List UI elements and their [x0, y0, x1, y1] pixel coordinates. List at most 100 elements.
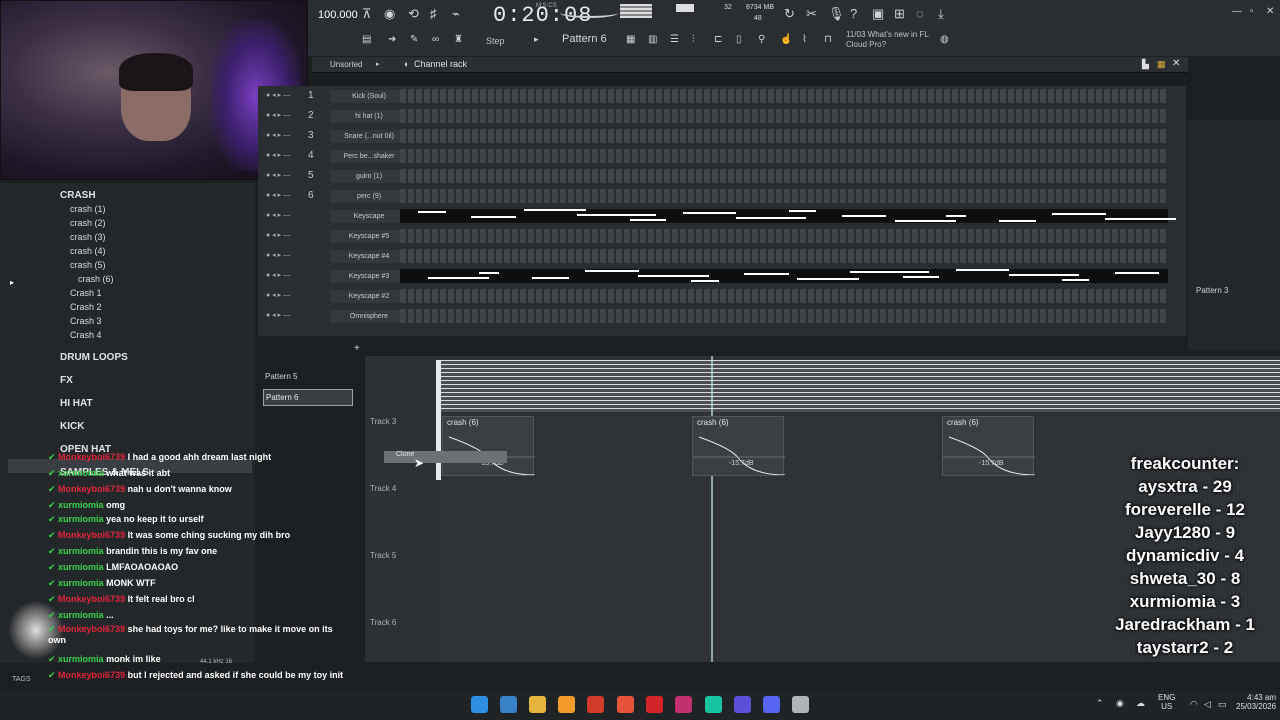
- collapse-icon[interactable]: ◖: [403, 59, 408, 69]
- browser-folder[interactable]: FX: [60, 375, 73, 386]
- plugin-icon[interactable]: ⊞: [894, 6, 905, 22]
- microphone-icon[interactable]: 🎙: [828, 6, 845, 22]
- channel-name-button[interactable]: Keyscape #4: [330, 250, 408, 263]
- music-app-icon[interactable]: [675, 696, 692, 713]
- channel-row[interactable]: ● ◂ ▸ ― 6 perc (9): [258, 187, 1186, 205]
- refresh-icon[interactable]: ↻: [784, 6, 795, 22]
- browser-file[interactable]: Crash 4: [70, 330, 102, 340]
- browser-file[interactable]: Crash 3: [70, 316, 102, 326]
- channel-step-sequencer[interactable]: [400, 109, 1168, 123]
- browser-file[interactable]: crash (4): [70, 246, 106, 256]
- browser-folder[interactable]: CRASH: [60, 190, 96, 201]
- windows-start-icon[interactable]: [471, 696, 488, 713]
- grid-icon[interactable]: ▦: [1157, 59, 1166, 70]
- browser-file[interactable]: Crash 2: [70, 302, 102, 312]
- playhead[interactable]: [711, 356, 713, 662]
- plug-icon[interactable]: ⚲: [758, 34, 765, 45]
- channel-step-sequencer[interactable]: [400, 129, 1168, 143]
- channel-controls-icon[interactable]: ● ◂ ▸ ―: [266, 211, 290, 219]
- channel-row[interactable]: ● ◂ ▸ ― Keyscape: [258, 207, 1186, 225]
- channel-name-button[interactable]: perc (9): [330, 190, 408, 203]
- wifi-icon[interactable]: ◠: [1190, 699, 1198, 710]
- channel-step-sequencer[interactable]: [400, 169, 1168, 183]
- channel-controls-icon[interactable]: ● ◂ ▸ ―: [266, 271, 290, 279]
- preview-icon[interactable]: ▸: [10, 278, 14, 287]
- channel-name-button[interactable]: guiro (1): [330, 170, 408, 183]
- cart-icon[interactable]: ⊓: [824, 34, 832, 45]
- audio-clip[interactable]: crash (6) -15.7dB: [942, 416, 1035, 476]
- track-3-label[interactable]: Track 3: [370, 417, 396, 426]
- link-icon[interactable]: ∞: [432, 34, 439, 45]
- app-icon[interactable]: [792, 696, 809, 713]
- play-pattern-icon[interactable]: ▸: [534, 34, 539, 45]
- channel-row[interactable]: ● ◂ ▸ ― 1 Kick (Soul): [258, 87, 1186, 105]
- channel-controls-icon[interactable]: ● ◂ ▸ ―: [266, 231, 290, 239]
- browser-file[interactable]: crash (1): [70, 204, 106, 214]
- pattern-selector[interactable]: Pattern 6: [562, 33, 607, 45]
- graph-icon[interactable]: ▙: [1142, 59, 1149, 70]
- channel-step-sequencer[interactable]: [400, 229, 1168, 243]
- record-icon[interactable]: ◉: [384, 6, 395, 22]
- obs-icon[interactable]: [734, 696, 751, 713]
- add-pattern-icon[interactable]: +: [354, 343, 360, 354]
- track-5-label[interactable]: Track 5: [370, 551, 396, 560]
- channel-row[interactable]: ● ◂ ▸ ― Keyscape #4: [258, 247, 1186, 265]
- channel-row[interactable]: ● ◂ ▸ ― Keyscape #2: [258, 287, 1186, 305]
- metronome-icon[interactable]: ⊼: [362, 6, 372, 22]
- arrow-icon[interactable]: ➜: [388, 34, 396, 45]
- channel-row[interactable]: ● ◂ ▸ ― 2 hi hat (1): [258, 107, 1186, 125]
- pattern-5-item[interactable]: Pattern 5: [263, 370, 353, 384]
- minimize-icon[interactable]: —: [1232, 6, 1242, 17]
- channel-controls-icon[interactable]: ● ◂ ▸ ―: [266, 251, 290, 259]
- app-icon[interactable]: [587, 696, 604, 713]
- channel-name-button[interactable]: Perc be...shaker: [330, 150, 408, 163]
- track-4-label[interactable]: Track 4: [370, 484, 396, 493]
- close-icon[interactable]: ✕: [1266, 6, 1274, 17]
- tray-app-icon[interactable]: ◉: [1116, 698, 1124, 709]
- channel-row[interactable]: ● ◂ ▸ ― 4 Perc be...shaker: [258, 147, 1186, 165]
- channel-name-button[interactable]: Keyscape #5: [330, 230, 408, 243]
- project-icon[interactable]: ▯: [736, 34, 742, 45]
- channel-piano-roll-preview[interactable]: [400, 269, 1168, 283]
- tags-label[interactable]: TAGS: [12, 676, 31, 683]
- channel-controls-icon[interactable]: ● ◂ ▸ ―: [266, 291, 290, 299]
- channel-row[interactable]: ● ◂ ▸ ― Omnisphere: [258, 307, 1186, 325]
- discord-icon[interactable]: [763, 696, 780, 713]
- maximize-icon[interactable]: ▫: [1250, 6, 1254, 17]
- channel-step-sequencer[interactable]: [400, 189, 1168, 203]
- download-icon[interactable]: ⤓: [938, 6, 944, 22]
- channel-controls-icon[interactable]: ● ◂ ▸ ―: [266, 91, 290, 99]
- volume-icon[interactable]: ◁: [1204, 699, 1211, 710]
- audio-clip[interactable]: crash (6) -15.7dB: [692, 416, 785, 476]
- language-indicator[interactable]: ENG US: [1158, 693, 1175, 711]
- piano-roll-icon[interactable]: ▦: [626, 34, 635, 45]
- channel-name-button[interactable]: Omnisphere: [330, 310, 408, 323]
- search-icon[interactable]: [500, 696, 517, 713]
- browser-file[interactable]: crash (3): [70, 232, 106, 242]
- touch-icon[interactable]: ☝: [780, 34, 792, 45]
- messenger-icon[interactable]: [705, 696, 722, 713]
- audio-clip[interactable]: crash (6) -15.7dB: [442, 416, 535, 476]
- tools-icon[interactable]: ✂: [806, 6, 817, 22]
- channel-name-button[interactable]: Keyscape #2: [330, 290, 408, 303]
- channel-name-button[interactable]: hi hat (1): [330, 110, 408, 123]
- snap-icon[interactable]: ♯: [430, 6, 437, 21]
- battery-icon[interactable]: ▭: [1218, 699, 1227, 710]
- channel-step-sequencer[interactable]: [400, 89, 1168, 103]
- channel-name-button[interactable]: Keyscape #3: [330, 270, 408, 283]
- channel-controls-icon[interactable]: ● ◂ ▸ ―: [266, 311, 290, 319]
- channel-row[interactable]: ● ◂ ▸ ― Keyscape #3: [258, 267, 1186, 285]
- channel-step-sequencer[interactable]: [400, 309, 1168, 323]
- chat-icon[interactable]: ◌: [916, 6, 924, 21]
- fl-studio-icon[interactable]: [558, 696, 575, 713]
- playlist-pattern-clip[interactable]: [438, 360, 1280, 412]
- channel-row[interactable]: ● ◂ ▸ ― Keyscape #5: [258, 227, 1186, 245]
- stamp-icon[interactable]: ♜: [454, 34, 463, 45]
- cloud-icon[interactable]: ◍: [940, 34, 949, 45]
- browser-file[interactable]: Crash 1: [70, 288, 102, 298]
- dropdown-arrow-icon[interactable]: ▸: [376, 60, 380, 68]
- channel-step-sequencer[interactable]: [400, 289, 1168, 303]
- browser-file[interactable]: crash (5): [70, 260, 106, 270]
- channel-step-sequencer[interactable]: [400, 249, 1168, 263]
- save-icon[interactable]: ▣: [872, 6, 884, 22]
